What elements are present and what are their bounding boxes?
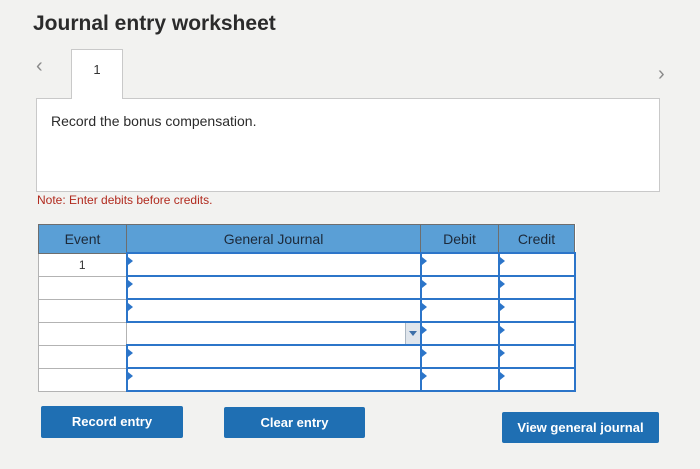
credit-field[interactable] — [497, 275, 576, 300]
account-field[interactable] — [125, 367, 422, 392]
event-cell — [38, 275, 127, 300]
account-field[interactable] — [125, 252, 422, 277]
journal-entry-table: Event General Journal Debit Credit 1 — [38, 224, 576, 392]
tab-1[interactable]: 1 — [71, 49, 123, 99]
table-row — [38, 367, 576, 392]
chevron-right-icon[interactable]: › — [658, 63, 665, 86]
table-row — [38, 298, 576, 323]
chevron-down-icon[interactable] — [404, 323, 420, 344]
page-title: Journal entry worksheet — [33, 12, 276, 35]
table-row — [38, 344, 576, 369]
credit-field[interactable] — [497, 367, 576, 392]
debit-field[interactable] — [419, 344, 500, 369]
debit-field[interactable] — [419, 367, 500, 392]
note-text: Note: Enter debits before credits. — [37, 193, 213, 207]
credit-field[interactable] — [497, 344, 576, 369]
credit-field[interactable] — [497, 252, 576, 277]
debit-column-header: Debit — [420, 224, 499, 254]
table-row — [38, 321, 576, 346]
view-general-journal-button[interactable]: View general journal — [502, 412, 659, 443]
table-header-row: Event General Journal Debit Credit — [38, 224, 575, 254]
table-row — [38, 275, 576, 300]
account-field[interactable] — [125, 298, 422, 323]
record-entry-button[interactable]: Record entry — [41, 406, 183, 438]
clear-entry-button[interactable]: Clear entry — [224, 407, 365, 438]
event-cell — [38, 321, 127, 346]
debit-field[interactable] — [419, 298, 500, 323]
account-select[interactable] — [126, 321, 421, 346]
credit-field[interactable] — [497, 298, 576, 323]
chevron-left-icon[interactable]: ‹ — [36, 55, 43, 78]
event-cell — [38, 367, 127, 392]
debit-field[interactable] — [419, 321, 500, 346]
event-cell — [38, 298, 127, 323]
instruction-panel: Record the bonus compensation. — [36, 98, 660, 192]
event-cell — [38, 344, 127, 369]
credit-field[interactable] — [497, 321, 576, 346]
instruction-text: Record the bonus compensation. — [51, 113, 257, 129]
credit-column-header: Credit — [498, 224, 575, 254]
account-field[interactable] — [125, 275, 422, 300]
general-journal-column-header: General Journal — [126, 224, 421, 254]
event-column-header: Event — [38, 224, 127, 254]
debit-field[interactable] — [419, 252, 500, 277]
table-row: 1 — [38, 252, 576, 277]
debit-field[interactable] — [419, 275, 500, 300]
event-cell: 1 — [38, 252, 127, 277]
account-field[interactable] — [125, 344, 422, 369]
